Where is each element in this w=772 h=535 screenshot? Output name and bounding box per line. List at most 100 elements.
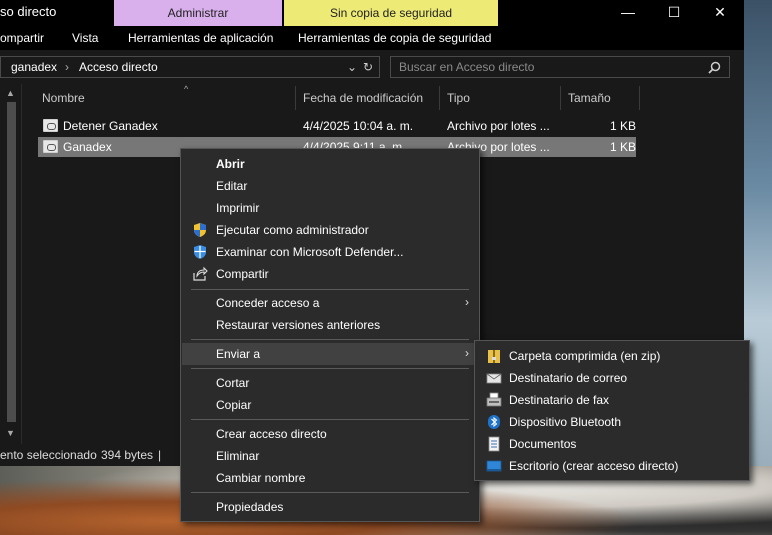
tab-herramientas-aplicacion[interactable]: Herramientas de aplicación	[128, 31, 273, 45]
submenu-arrow-icon: ›	[465, 295, 469, 309]
tab-vista[interactable]: Vista	[72, 31, 98, 45]
menu-item-imprimir[interactable]: Imprimir	[182, 197, 479, 219]
submenu-item-label: Dispositivo Bluetooth	[509, 415, 622, 429]
menu-item-label: Conceder acceso a	[216, 296, 320, 310]
menu-separator	[191, 289, 469, 290]
submenu-item-zip[interactable]: Carpeta comprimida (en zip)	[476, 345, 749, 367]
submenu-item-correo[interactable]: Destinatario de correo	[476, 367, 749, 389]
menu-item-label: Copiar	[216, 398, 252, 412]
refresh-icon[interactable]: ↻	[363, 60, 373, 74]
submenu-item-escritorio[interactable]: Escritorio (crear acceso directo)	[476, 455, 749, 477]
share-icon	[193, 266, 208, 281]
breadcrumb-acceso-directo[interactable]: Acceso directo	[79, 60, 158, 74]
menu-item-label: Abrir	[216, 157, 245, 171]
defender-shield-icon	[194, 245, 206, 259]
menu-item-label: Imprimir	[216, 201, 260, 215]
menu-item-propiedades[interactable]: Propiedades	[182, 496, 479, 518]
scroll-up-icon[interactable]: ▲	[6, 88, 15, 98]
breadcrumb-ganadex[interactable]: ganadex	[11, 60, 57, 74]
submenu-item-label: Destinatario de correo	[509, 371, 628, 385]
documents-icon	[488, 436, 500, 452]
sort-ascending-icon: ^	[184, 84, 189, 94]
column-size[interactable]: Tamaño	[568, 91, 611, 105]
context-tab-administrar[interactable]: Administrar	[114, 0, 282, 26]
scroll-down-icon[interactable]: ▼	[6, 428, 15, 438]
menu-item-crear-acceso[interactable]: Crear acceso directo	[182, 423, 479, 445]
menu-separator	[191, 368, 469, 369]
send-to-submenu: Carpeta comprimida (en zip) Destinatario…	[474, 340, 750, 481]
breadcrumb-separator-icon: ›	[65, 60, 69, 74]
menu-item-label: Cortar	[216, 376, 250, 390]
zip-folder-icon	[488, 350, 500, 363]
menu-item-compartir[interactable]: Compartir	[182, 263, 479, 285]
menu-item-label: Eliminar	[216, 449, 260, 463]
menu-item-eliminar[interactable]: Eliminar	[182, 445, 479, 467]
status-divider: |	[158, 448, 162, 462]
fax-icon	[486, 392, 502, 407]
context-menu: Abrir Editar Imprimir Ejecutar como admi…	[180, 148, 480, 522]
column-date[interactable]: Fecha de modificación	[303, 91, 423, 105]
status-size: 394 bytes	[101, 448, 154, 462]
file-name: Ganadex	[63, 140, 112, 154]
column-divider[interactable]	[560, 86, 561, 110]
file-size: 1 KB	[610, 140, 637, 154]
menu-item-copiar[interactable]: Copiar	[182, 394, 479, 416]
menu-item-label: Compartir	[216, 267, 269, 281]
batch-file-icon	[43, 140, 58, 153]
tab-compartir[interactable]: ompartir	[0, 31, 44, 45]
file-date: 4/4/2025 10:04 a. m.	[303, 119, 414, 133]
maximize-button[interactable]: ☐	[651, 0, 697, 26]
menu-item-cambiar-nombre[interactable]: Cambiar nombre	[182, 467, 479, 489]
file-type: Archivo por lotes ...	[447, 119, 550, 133]
file-name: Detener Ganadex	[63, 119, 158, 133]
close-button[interactable]: ✕	[697, 0, 743, 26]
scrollbar-thumb[interactable]	[7, 102, 16, 422]
search-icon[interactable]	[708, 61, 721, 74]
context-tab-backup[interactable]: Sin copia de seguridad	[284, 0, 498, 26]
title-bar[interactable]: so directo Administrar Sin copia de segu…	[0, 0, 744, 26]
menu-item-conceder-acceso[interactable]: Conceder acceso a ›	[182, 292, 479, 314]
column-headers: ^ Nombre Fecha de modificación Tipo Tama…	[22, 84, 744, 112]
batch-file-icon	[43, 119, 58, 132]
menu-item-label: Cambiar nombre	[216, 471, 306, 485]
menu-item-label: Examinar con Microsoft Defender...	[216, 245, 404, 259]
menu-item-abrir[interactable]: Abrir	[182, 153, 479, 175]
menu-separator	[191, 419, 469, 420]
column-name[interactable]: Nombre	[42, 91, 85, 105]
column-divider[interactable]	[639, 86, 640, 110]
menu-separator	[191, 339, 469, 340]
menu-item-label: Editar	[216, 179, 248, 193]
submenu-item-label: Destinatario de fax	[509, 393, 610, 407]
ribbon-tabs: ompartir Vista Herramientas de aplicació…	[0, 26, 744, 71]
tab-herramientas-copia[interactable]: Herramientas de copia de seguridad	[298, 31, 491, 45]
navigation-pane[interactable]: ▲ ▼	[0, 84, 22, 444]
desktop-icon	[486, 460, 502, 472]
menu-separator	[191, 492, 469, 493]
menu-item-label: Enviar a	[216, 347, 261, 361]
uac-shield-icon	[194, 223, 206, 237]
menu-item-enviar-a[interactable]: Enviar a ›	[182, 343, 479, 365]
submenu-item-fax[interactable]: Destinatario de fax	[476, 389, 749, 411]
column-divider[interactable]	[439, 86, 440, 110]
submenu-item-documentos[interactable]: Documentos	[476, 433, 749, 455]
search-placeholder: Buscar en Acceso directo	[399, 60, 535, 74]
menu-item-label: Crear acceso directo	[216, 427, 327, 441]
submenu-arrow-icon: ›	[465, 346, 469, 360]
menu-item-cortar[interactable]: Cortar	[182, 372, 479, 394]
file-row[interactable]: Detener Ganadex 4/4/2025 10:04 a. m. Arc…	[38, 116, 636, 136]
minimize-button[interactable]: —	[605, 0, 651, 26]
address-bar[interactable]: ganadex › Acceso directo ⌄ ↻	[0, 56, 380, 78]
search-input[interactable]: Buscar en Acceso directo	[390, 56, 730, 78]
menu-item-defender[interactable]: Examinar con Microsoft Defender...	[182, 241, 479, 263]
address-row: ganadex › Acceso directo ⌄ ↻ Buscar en A…	[0, 50, 744, 84]
menu-item-label: Restaurar versiones anteriores	[216, 318, 381, 332]
menu-item-ejecutar-admin[interactable]: Ejecutar como administrador	[182, 219, 479, 241]
menu-item-restaurar[interactable]: Restaurar versiones anteriores	[182, 314, 479, 336]
menu-item-label: Propiedades	[216, 500, 284, 514]
submenu-item-bluetooth[interactable]: Dispositivo Bluetooth	[476, 411, 749, 433]
window-title: so directo	[0, 4, 57, 19]
address-dropdown-icon[interactable]: ⌄	[347, 60, 357, 74]
column-type[interactable]: Tipo	[447, 91, 470, 105]
column-divider[interactable]	[295, 86, 296, 110]
menu-item-editar[interactable]: Editar	[182, 175, 479, 197]
